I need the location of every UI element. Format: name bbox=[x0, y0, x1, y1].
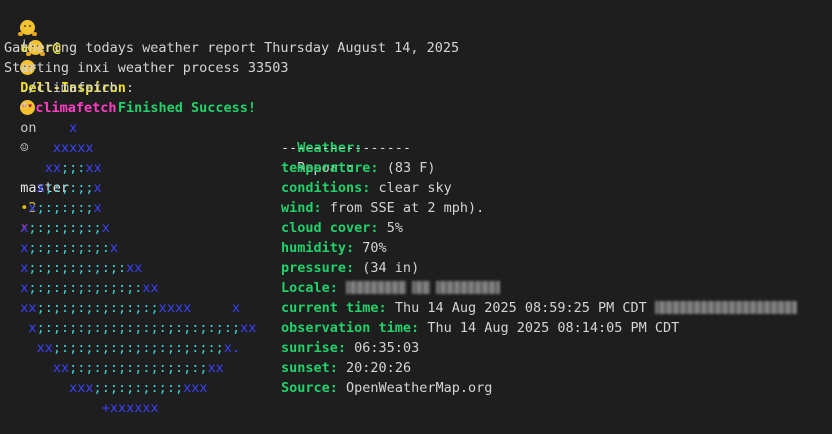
weather-row-label: sunrise: bbox=[281, 340, 347, 356]
weather-row-label: Locale: bbox=[281, 280, 338, 296]
weather-row: sunset: 20:20:26 bbox=[281, 358, 411, 378]
weather-row: temperature: (83 F) bbox=[281, 158, 435, 178]
ascii-art-line: x;:;:;:;:;:;:;:xx bbox=[20, 280, 159, 296]
redacted-locale-block bbox=[436, 281, 501, 294]
weather-row-value: 5% bbox=[386, 220, 403, 236]
redacted-time-block bbox=[654, 301, 797, 314]
ascii-art-line: +xxxxxx bbox=[101, 400, 159, 416]
ascii-art-line: x;:;:;:;:;:;:;:;:;:;:;:;:;xx bbox=[28, 320, 257, 336]
weather-row-label: wind: bbox=[281, 200, 322, 216]
success-text: Finished Success! bbox=[117, 100, 256, 116]
weather-row-value: 70% bbox=[362, 240, 387, 256]
weather-row: conditions: clear sky bbox=[281, 178, 452, 198]
weather-row: wind: from SSE at 2 mph). bbox=[281, 198, 484, 218]
weather-row-label: Source: bbox=[281, 380, 338, 396]
ascii-art-line: x;:;:;:;:;:x bbox=[20, 240, 118, 256]
redacted-locale-block bbox=[412, 281, 431, 294]
weather-row: current time: Thu 14 Aug 2025 08:59:25 P… bbox=[281, 298, 797, 318]
output-starting: Starting inxi weather process 33503 bbox=[4, 60, 289, 76]
weather-row-label: observation time: bbox=[281, 320, 420, 336]
command-line: └ -> ./climafetch bbox=[4, 18, 118, 96]
ascii-art-line: x;:;:;:;x bbox=[28, 200, 102, 216]
output-success-line: * Finished Success! bbox=[4, 78, 256, 116]
weather-row-value: 20:20:26 bbox=[346, 360, 412, 376]
ascii-art-line: x bbox=[69, 120, 78, 136]
ascii-art-line: xxxxx bbox=[52, 140, 94, 156]
ascii-art-line: x;:;:;:;:;:;:xx bbox=[20, 260, 143, 276]
weather-row-label: conditions: bbox=[281, 180, 371, 196]
weather-row: pressure: (34 in) bbox=[281, 258, 419, 278]
weather-row: observation time: Thu 14 Aug 2025 08:14:… bbox=[281, 318, 679, 338]
ascii-art-line: xx;;:xx bbox=[44, 160, 102, 176]
weather-row: sunrise: 06:35:03 bbox=[281, 338, 419, 358]
weather-row-label: humidity: bbox=[281, 240, 355, 256]
weather-row-value: Thu 14 Aug 2025 08:14:05 PM CDT bbox=[427, 320, 680, 336]
ascii-art-line: xx;:;:;:;:;:;:;:;xxxx x bbox=[20, 300, 241, 316]
ascii-art-line: x;:;:;:;:;x bbox=[20, 220, 110, 236]
prompt-line: user@ Dell-Inspiron: ♥♥climafetch on ☺ m… bbox=[4, 0, 134, 236]
ascii-art-line: xx;:;:;:;:;:;:;:;:;xx bbox=[52, 360, 224, 376]
weather-row-value: (83 F) bbox=[386, 160, 436, 176]
redacted-locale-block bbox=[346, 281, 407, 294]
weather-row-value: 06:35:03 bbox=[354, 340, 420, 356]
weather-row-value: OpenWeatherMap.org bbox=[346, 380, 493, 396]
weather-row-label: temperature: bbox=[281, 160, 379, 176]
weather-row-label: sunset: bbox=[281, 360, 338, 376]
weather-row: Source: OpenWeatherMap.org bbox=[281, 378, 492, 398]
weather-row-value: from SSE at 2 mph). bbox=[329, 200, 485, 216]
ascii-art-line: xxx;:;:;:;:;:;xxx bbox=[69, 380, 208, 396]
weather-row-label: current time: bbox=[281, 300, 387, 316]
weather-divider: ---------------- bbox=[281, 140, 412, 156]
weather-row: cloud cover: 5% bbox=[281, 218, 403, 238]
weather-header: Weather: Report: bbox=[281, 118, 362, 176]
ascii-art-line: x;:;:;;x bbox=[36, 180, 102, 196]
weather-row-label: pressure: bbox=[281, 260, 355, 276]
weather-row-value: (34 in) bbox=[362, 260, 420, 276]
weather-row-label: cloud cover: bbox=[281, 220, 379, 236]
weather-row: Locale: bbox=[281, 278, 501, 298]
ascii-art-line: xx;:;:;:;:;:;:;:;:;:;:;x. bbox=[36, 340, 241, 356]
weather-row: humidity: 70% bbox=[281, 238, 387, 258]
output-gathering: Gathering todays weather report Thursday… bbox=[4, 40, 460, 56]
weather-row-value: Thu 14 Aug 2025 08:59:25 PM CDT bbox=[394, 300, 647, 316]
weather-row-value: clear sky bbox=[378, 180, 452, 196]
